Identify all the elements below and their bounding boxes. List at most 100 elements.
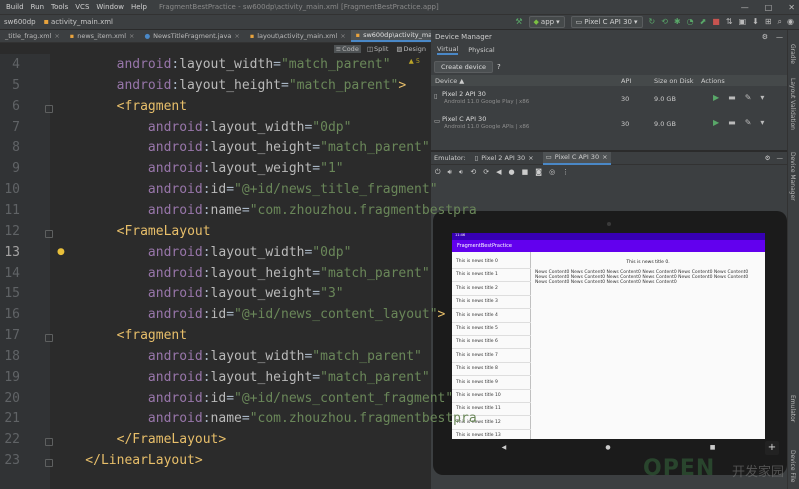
emulator-tab-pixelc[interactable]: ▭ Pixel C API 30 × [542, 151, 611, 165]
menu-tools[interactable]: Tools [51, 3, 68, 11]
overview-icon[interactable]: ■ [522, 168, 529, 176]
menu-run[interactable]: Run [31, 3, 44, 11]
tab-virtual[interactable]: Virtual [437, 45, 459, 55]
close-icon[interactable]: × [602, 153, 607, 161]
tab-title-frag[interactable]: _title_frag.xml × [0, 30, 65, 42]
search-icon[interactable]: ⌕ [778, 17, 782, 27]
close-window-button[interactable]: ✕ [788, 3, 795, 12]
breadcrumb-dir[interactable]: sw600dp [0, 18, 40, 26]
volume-up-icon[interactable]: 🔊︎ [448, 168, 452, 177]
maximize-button[interactable]: □ [765, 3, 773, 12]
menu-help[interactable]: Help [131, 3, 147, 11]
gear-icon[interactable]: ⚙ [765, 154, 771, 162]
news-title-item[interactable]: This is news title 0 [456, 259, 498, 264]
close-icon[interactable]: × [129, 32, 134, 40]
sync-icon[interactable]: ⇅ [726, 17, 733, 27]
news-title-item[interactable]: This is news title 6 [456, 339, 498, 344]
avatar-icon[interactable]: ◉ [787, 17, 794, 27]
close-icon[interactable]: × [54, 32, 59, 40]
nav-home-icon[interactable]: ● [605, 444, 610, 451]
menu-vcs[interactable]: VCS [75, 3, 89, 11]
power-icon[interactable]: ⏻ [435, 168, 441, 177]
layout-inspector-icon[interactable]: ⊞ [765, 17, 772, 27]
column-size[interactable]: Size on Disk [654, 77, 694, 85]
hammer-icon[interactable]: ⚒ [515, 17, 522, 27]
profile-icon[interactable]: ◔ [687, 17, 694, 27]
edit-icon[interactable]: ✎ [745, 93, 752, 102]
news-title-item[interactable]: This is news title 1 [456, 272, 498, 277]
code-view-button[interactable]: ≡ Code [333, 44, 361, 53]
camera-icon[interactable]: ◙ [535, 168, 542, 176]
close-icon[interactable]: × [234, 32, 239, 40]
tab-news-item[interactable]: ▪ news_item.xml × [65, 30, 140, 42]
create-device-button[interactable]: Create device [434, 61, 494, 73]
device-screen[interactable]: 11:46 FragmentBestPractice This is news … [452, 233, 765, 439]
close-icon[interactable]: × [528, 154, 533, 162]
news-title-item[interactable]: This is news title 8 [456, 366, 498, 371]
device-file-tool-button[interactable]: Device File [789, 450, 796, 482]
play-icon[interactable]: ▶ [713, 118, 719, 127]
edit-icon[interactable]: ✎ [745, 118, 752, 127]
device-select[interactable]: ▭ Pixel C API 30 ▾ [570, 16, 643, 28]
emulator-tool-button[interactable]: Emulator [789, 395, 796, 422]
gradle-tool-button[interactable]: Gradle [789, 44, 796, 64]
attach-debugger-icon[interactable]: ⬈ [700, 17, 707, 27]
folder-icon[interactable]: ▬ [728, 118, 736, 127]
run-config-select[interactable]: ◆ app ▾ [528, 16, 565, 28]
fold-marker-icon[interactable] [45, 104, 53, 113]
design-view-button[interactable]: ▨ Design [394, 45, 428, 53]
split-view-button[interactable]: ◫ Split [365, 45, 391, 53]
fold-marker-icon[interactable] [45, 229, 53, 238]
tab-layout-activity-main[interactable]: ▪ layout\activity_main.xml × [245, 30, 351, 42]
layout-validation-tool-button[interactable]: Layout Validation [789, 78, 796, 130]
menu-window[interactable]: Window [96, 3, 124, 11]
fold-marker-icon[interactable] [45, 438, 53, 447]
minimize-button[interactable]: — [741, 3, 749, 12]
close-icon[interactable]: × [340, 32, 345, 40]
tab-physical[interactable]: Physical [468, 46, 494, 54]
chevron-down-icon[interactable]: ▾ [760, 118, 764, 127]
volume-down-icon[interactable]: 🔉︎ [459, 168, 463, 177]
tab-news-title-fragment[interactable]: ● NewsTitleFragment.java × [139, 30, 244, 42]
rerun-icon[interactable]: ↻ [649, 17, 656, 27]
nav-recents-icon[interactable]: ■ [710, 444, 716, 451]
news-title-item[interactable]: This is news title 4 [456, 313, 498, 318]
emulator-tab-pixel2[interactable]: ▯ Pixel 2 API 30 × [472, 152, 537, 165]
nav-back-icon[interactable]: ◀ [502, 444, 507, 451]
record-icon[interactable]: ◎ [549, 168, 555, 176]
fold-marker-icon[interactable] [45, 334, 53, 343]
news-title-item[interactable]: This is news title 9 [456, 380, 498, 385]
chevron-down-icon[interactable]: ▾ [760, 93, 764, 102]
column-api[interactable]: API [621, 77, 631, 85]
sdk-manager-icon[interactable]: ⬇ [752, 17, 759, 27]
news-title-item[interactable]: This is news title 7 [456, 353, 498, 358]
rotate-right-icon[interactable]: ⟳ [483, 168, 489, 176]
gear-icon[interactable]: ⚙ [762, 33, 768, 41]
news-title-item[interactable]: This is news title 10 [456, 393, 501, 398]
zoom-in-button[interactable]: + [765, 441, 779, 455]
folder-icon[interactable]: ▬ [728, 93, 736, 102]
news-title-item[interactable]: This is news title 3 [456, 299, 498, 304]
menu-build[interactable]: Build [6, 3, 24, 11]
column-device[interactable]: Device ▲ [435, 77, 464, 85]
news-title-item[interactable]: This is news title 5 [456, 326, 498, 331]
minimize-panel-icon[interactable]: — [776, 33, 783, 41]
home-icon[interactable]: ● [509, 168, 515, 176]
device-manager-tool-button[interactable]: Device Manager [789, 152, 796, 201]
play-icon[interactable]: ▶ [713, 93, 719, 102]
avd-manager-icon[interactable]: ▣ [739, 17, 747, 27]
rotate-left-icon[interactable]: ⟲ [470, 168, 476, 176]
lightbulb-icon[interactable]: ● [57, 247, 65, 257]
fold-marker-icon[interactable] [45, 459, 53, 468]
apply-changes-icon[interactable]: ⟲ [661, 17, 668, 27]
stop-icon[interactable]: ■ [712, 17, 720, 27]
news-title-item[interactable]: This is news title 13 [456, 433, 501, 438]
device-row[interactable]: ▯ Pixel 2 API 30 Android 11.0 Google Pla… [431, 88, 787, 112]
warnings-indicator[interactable]: ▲ 5 [409, 57, 420, 65]
news-title-item[interactable]: This is news title 2 [456, 286, 498, 291]
device-row[interactable]: ▭ Pixel C API 30 Android 11.0 Google API… [431, 113, 787, 137]
back-icon[interactable]: ◀ [496, 168, 501, 176]
more-icon[interactable]: ⋮ [562, 168, 569, 176]
help-button[interactable]: ? [497, 63, 501, 71]
minimize-panel-icon[interactable]: — [777, 154, 784, 162]
